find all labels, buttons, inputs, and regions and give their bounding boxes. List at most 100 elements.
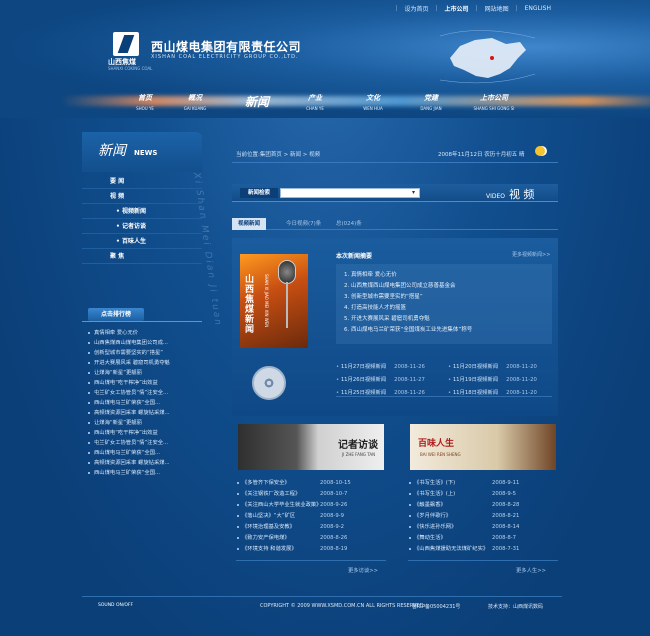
item-title: 《关注西山大学毕业生就业政策》 xyxy=(242,502,322,508)
rank-item[interactable]: 西山煤电马兰矿荣获“全国... xyxy=(86,398,202,408)
item-title: 《舞动生活》 xyxy=(414,535,446,541)
rank-item[interactable]: 西山煤电马兰矿荣获“全国... xyxy=(86,448,202,458)
video-item[interactable]: 11月18日视频新闻2008-11-20 xyxy=(448,388,537,396)
divider xyxy=(408,560,558,561)
more-video-news-link[interactable]: 更多视频新闻>> xyxy=(512,251,550,258)
rank-item[interactable]: 屯兰矿女工协管员“情”注安全... xyxy=(86,388,202,398)
search-input[interactable] xyxy=(280,188,420,198)
rank-tab[interactable]: 点击排行榜 xyxy=(88,308,144,321)
list-item[interactable]: 《舞动生活》 2008-8-7 xyxy=(408,533,558,544)
tab-today[interactable]: 今日视频(7)条 xyxy=(280,218,327,230)
more-life-link[interactable]: 更多人生>> xyxy=(516,566,546,574)
digest-item[interactable]: 3. 创新型城市需要坚实的“搭星” xyxy=(344,292,552,303)
image-label: 山西焦煤新闻 xyxy=(243,274,253,334)
video-item[interactable]: 11月25日视频新闻2008-11-26 xyxy=(336,388,425,396)
rank-item[interactable]: 创新型城市需要坚实的“搭星” xyxy=(86,348,202,358)
rank-item[interactable]: 高频煤资源回采率 螺旋钻采煤... xyxy=(86,408,202,418)
news-title-en: NEWS xyxy=(134,149,158,157)
tab-total[interactable]: 总(024)条 xyxy=(330,218,368,230)
rank-item[interactable]: 高频煤资源回采率 螺旋钻采煤... xyxy=(86,458,202,468)
list-item[interactable]: 《书写生活》(下) 2008-9-11 xyxy=(408,478,558,489)
sitemap-link[interactable]: 网站地图 xyxy=(482,4,512,13)
set-homepage-link[interactable]: 设为首页 xyxy=(401,4,431,13)
rank-item[interactable]: 西山煤电马兰矿荣获“全国... xyxy=(86,468,202,478)
english-link[interactable]: ENGLISH xyxy=(522,5,554,12)
list-item[interactable]: 《关注西山大学毕业生就业政策》 2008-9-26 xyxy=(236,500,386,511)
list-item[interactable]: 《触墨飘香》 2008-8-28 xyxy=(408,500,558,511)
digest-item[interactable]: 6. 西山煤电马兰矿荣获“全国煤炭工业先进集体”称号 xyxy=(344,325,552,336)
video-item[interactable]: 11月19日视频新闻 2008-11-20 xyxy=(448,375,537,383)
rank-item[interactable]: 西山煤电“吃干榨净”出效益 xyxy=(86,378,202,388)
rank-item[interactable]: 让煤海“新星”更靓丽 xyxy=(86,418,202,428)
list-item[interactable]: 《环境支持 和谐发展》 2008-8-19 xyxy=(236,544,386,555)
item-date: 2008-9-2 xyxy=(320,524,345,530)
rank-item[interactable]: 让煤海“新星”更靓丽 xyxy=(86,368,202,378)
video-item[interactable]: 11月26日视频新闻 2008-11-27 xyxy=(336,375,425,383)
nav-item-overview[interactable]: 概况 GAI KUANG xyxy=(170,93,220,111)
digest-list: 1. 真情相牵 爱心无价 2. 山西焦煤西山煤电集团公司成立慈善基金会 3. 创… xyxy=(336,264,552,344)
header: | 设为首页 | 上市公司 | 网站地图 | ENGLISH 山西焦煤 SHAN… xyxy=(0,0,650,118)
sound-toggle[interactable]: SOUND ON/OFF xyxy=(98,603,133,608)
nav-item-home[interactable]: 首页 SHOU YE xyxy=(120,93,170,111)
video-item[interactable]: 11月20日视频新闻 2008-11-20 xyxy=(448,362,537,370)
list-item[interactable]: 《环境治理基及安教》 2008-9-2 xyxy=(236,522,386,533)
sidebar-item-life[interactable]: 百味人生 xyxy=(82,234,202,249)
interview-banner[interactable]: 记者访谈 JI ZHE FANG TAN xyxy=(238,424,384,470)
rank-item[interactable]: 西山煤电“吃干榨净”出效益 xyxy=(86,428,202,438)
sidebar-item-focus[interactable]: 聚 焦 xyxy=(82,249,202,264)
item-date: 2008-7-31 xyxy=(492,546,520,552)
item-date: 2008-8-21 xyxy=(492,513,520,519)
item-title: 《山西焦煤援助无法煤矿纪实》 xyxy=(414,546,489,552)
life-banner[interactable]: 百味人生 BAI WEI REN SHENG xyxy=(410,424,556,470)
item-date: 2008-8-14 xyxy=(492,524,520,530)
video-date: 2008-11-27 xyxy=(394,377,425,383)
item-date: 2008-8-19 xyxy=(320,546,348,552)
featured-image[interactable]: 山西焦煤新闻 SHAN XI JIAO MEI XIN WEN xyxy=(240,254,308,348)
top-nav: | 设为首页 | 上市公司 | 网站地图 | ENGLISH xyxy=(395,4,554,13)
item-date: 2008-10-15 xyxy=(320,480,351,486)
list-item[interactable]: 《书写生活》(上) 2008-9-5 xyxy=(408,489,558,500)
sidebar-item-video[interactable]: 视 频 xyxy=(82,189,202,204)
nav-label: 新闻 xyxy=(244,95,269,109)
listed-company-link[interactable]: 上市公司 xyxy=(442,4,472,13)
rank-item[interactable]: 屯兰矿女工协管员“情”注安全... xyxy=(86,438,202,448)
list-item[interactable]: 《快乐进孙乐网》 2008-8-14 xyxy=(408,522,558,533)
section-title-cn: 视 频 xyxy=(508,188,535,201)
sidebar-item-headlines[interactable]: 要 闻 xyxy=(82,174,202,189)
nav-item-party[interactable]: 党建 DANG JIAN xyxy=(406,93,456,111)
list-item[interactable]: 《岁月伴歌行》 2008-8-21 xyxy=(408,511,558,522)
logo-icon[interactable] xyxy=(113,32,139,56)
digest-item[interactable]: 2. 山西焦煤西山煤电集团公司成立慈善基金会 xyxy=(344,281,552,292)
nav-item-industry[interactable]: 产业 CHAN YE xyxy=(290,93,340,111)
chevron-down-icon[interactable]: ▾ xyxy=(412,189,415,196)
nav-item-news[interactable]: 新闻 xyxy=(232,93,282,110)
more-interviews-link[interactable]: 更多访谈>> xyxy=(348,566,378,574)
list-item[interactable]: 《山西焦煤援助无法煤矿纪实》 2008-7-31 xyxy=(408,544,558,555)
item-title: 《多管齐下保安全》 xyxy=(242,480,290,486)
list-item[interactable]: 《致力安产保电煤》 2008-8-26 xyxy=(236,533,386,544)
weather-icon xyxy=(535,146,545,156)
nav-item-culture[interactable]: 文化 WEN HUA xyxy=(348,93,398,111)
video-title: 11月20日视频新闻 xyxy=(452,364,499,370)
list-item[interactable]: 《落山坚决》“大”矿区 2008-9-9 xyxy=(236,511,386,522)
nav-item-listed[interactable]: 上市公司 SHANG SHI GONG SI xyxy=(464,93,524,111)
video-item[interactable]: 11月27日视频新闻 2008-11-26 xyxy=(336,362,425,370)
item-title: 《书写生活》(上) xyxy=(414,491,456,497)
sidebar-item-interview[interactable]: 记者访谈 xyxy=(82,219,202,234)
digest-item[interactable]: 5. 开进大赛展风采 碧窟司机勇夺魁 xyxy=(344,314,552,325)
rank-item[interactable]: 山西焦煤西山煤电集团公司成... xyxy=(86,338,202,348)
item-title: 《快乐进孙乐网》 xyxy=(414,524,457,530)
nav-label-en: GAI KUANG xyxy=(183,106,207,111)
banner-title: 百味人生 xyxy=(418,439,455,449)
list-item[interactable]: 《多管齐下保安全》 2008-10-15 xyxy=(236,478,386,489)
footer: SOUND ON/OFF COPYRIGHT © 2009 WWW.XSMD.C… xyxy=(82,596,562,614)
sidebar-item-video-news[interactable]: 视频新闻 xyxy=(82,204,202,219)
rank-item[interactable]: 开进大赛展风采 碧窟司机勇夺魁 xyxy=(86,358,202,368)
digest-item[interactable]: 4. 打造高技能人才的摇篮 xyxy=(344,303,552,314)
digest-item[interactable]: 1. 真情相牵 爱心无价 xyxy=(344,270,552,281)
list-item[interactable]: 《关注钢铁厂改造工程》 2008-10-7 xyxy=(236,489,386,500)
tab-video-news[interactable]: 视频新闻 xyxy=(232,218,267,230)
rank-item[interactable]: 真情相牵 爱心无价 xyxy=(86,328,202,338)
icp-text[interactable]: 晋ICP备05004231号 xyxy=(412,603,460,610)
nav-label: 上市公司 xyxy=(480,94,508,102)
